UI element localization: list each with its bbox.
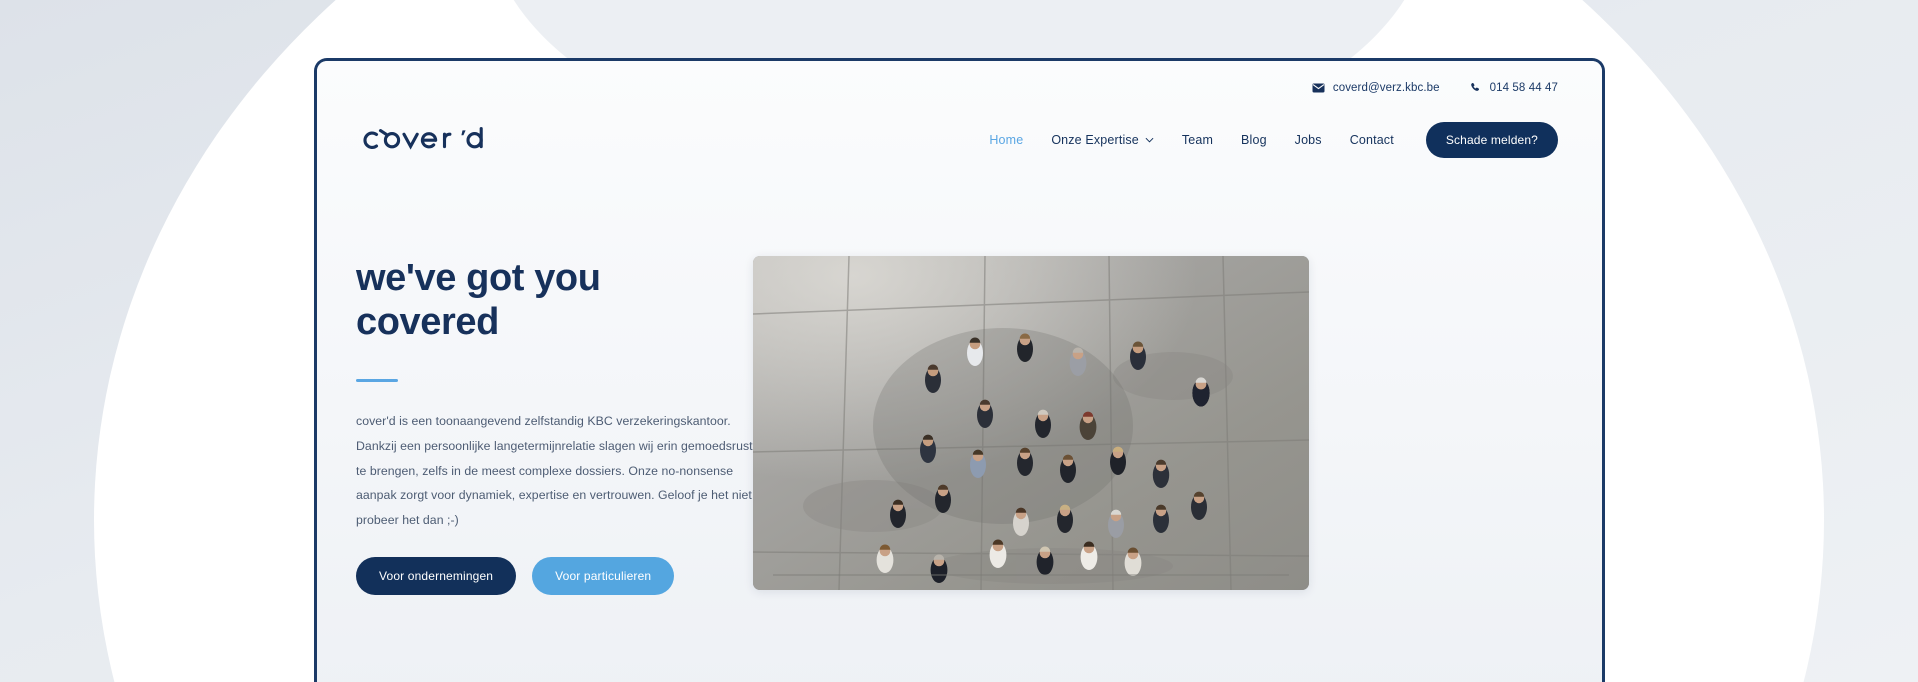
hero-section: we've got you covered cover'd is een too… xyxy=(317,181,1602,682)
utility-topbar: coverd@verz.kbc.be 014 58 44 47 xyxy=(1312,82,1558,94)
page-title: we've got you covered xyxy=(356,256,776,345)
topbar-email[interactable]: coverd@verz.kbc.be xyxy=(1312,82,1440,94)
hero-title-line-2: covered xyxy=(356,301,499,344)
envelope-icon[interactable] xyxy=(314,517,315,537)
hero-copy: we've got you covered cover'd is een too… xyxy=(356,256,776,596)
team-aerial-photo xyxy=(753,256,1309,590)
brand-logo[interactable] xyxy=(356,120,506,160)
nav-item-label: Team xyxy=(1181,133,1214,147)
private-cta-button[interactable]: Voor particulieren xyxy=(532,557,675,596)
nav-item-label: Contact xyxy=(1349,133,1394,147)
topbar-email-text: coverd@verz.kbc.be xyxy=(1332,82,1440,94)
nav-item-label: Home xyxy=(989,133,1024,147)
hero-paragraph: cover'd is een toonaangevend zelfstandig… xyxy=(356,413,756,528)
main-navigation: Home Onze Expertise Team Blog Jobs Conta… xyxy=(975,122,1558,158)
instagram-icon[interactable] xyxy=(314,424,315,444)
website-canvas: coverd@verz.kbc.be 014 58 44 47 Home Onz… xyxy=(317,61,1602,682)
nav-item-jobs[interactable]: Jobs xyxy=(1281,133,1336,147)
browser-frame: coverd@verz.kbc.be 014 58 44 47 Home Onz… xyxy=(314,58,1605,682)
facebook-icon[interactable] xyxy=(314,393,315,413)
phone-icon xyxy=(1470,82,1482,94)
nav-item-team[interactable]: Team xyxy=(1168,133,1227,147)
report-claim-button[interactable]: Schade melden? xyxy=(1425,122,1558,158)
topbar-phone[interactable]: 014 58 44 47 xyxy=(1470,82,1558,94)
nav-item-onze-expertise[interactable]: Onze Expertise xyxy=(1037,133,1168,147)
nav-item-label: Blog xyxy=(1241,133,1267,147)
topbar-phone-text: 014 58 44 47 xyxy=(1489,82,1558,94)
business-cta-button[interactable]: Voor ondernemingen xyxy=(356,557,517,596)
coverd-logo-mark xyxy=(363,127,483,150)
nav-item-blog[interactable]: Blog xyxy=(1227,133,1281,147)
nav-item-home[interactable]: Home xyxy=(975,133,1037,147)
nav-item-contact[interactable]: Contact xyxy=(1336,133,1408,147)
hero-accent-divider xyxy=(356,378,398,382)
nav-item-label: Onze Expertise xyxy=(1051,133,1139,147)
social-rail xyxy=(314,295,315,548)
hero-image xyxy=(753,256,1309,590)
site-header: Home Onze Expertise Team Blog Jobs Conta… xyxy=(317,105,1602,175)
hero-actions: Voor ondernemingen Voor particulieren xyxy=(356,557,776,596)
phone-icon[interactable] xyxy=(314,486,315,506)
linkedin-icon[interactable] xyxy=(314,455,315,475)
nav-item-label: Jobs xyxy=(1294,133,1322,147)
envelope-icon xyxy=(1312,83,1325,93)
chevron-down-icon xyxy=(1145,137,1154,143)
hero-title-line-1: we've got you xyxy=(356,257,601,299)
